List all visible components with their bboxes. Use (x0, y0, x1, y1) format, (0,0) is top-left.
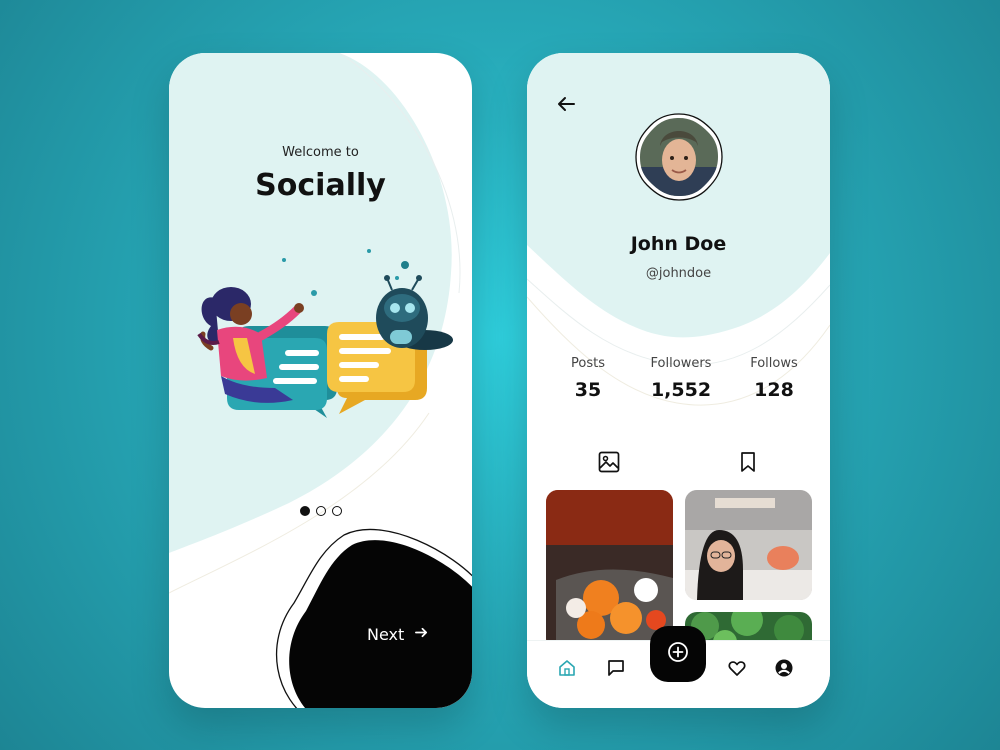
next-button-background (275, 528, 472, 708)
stat-value: 128 (754, 379, 794, 401)
profile-stats: Posts 35 Followers 1,552 Follows 128 (542, 356, 820, 401)
post-thumbnail[interactable] (546, 490, 673, 650)
pagination-dot-active[interactable] (299, 506, 310, 516)
profile-screen: John Doe @johndoe Posts 35 Followers 1,5… (527, 53, 830, 708)
pagination-dot[interactable] (315, 506, 326, 516)
stat-followers[interactable]: Followers 1,552 (635, 356, 727, 401)
avatar[interactable] (634, 112, 724, 202)
stat-posts[interactable]: Posts 35 (542, 356, 634, 401)
next-button[interactable]: Next (367, 625, 429, 644)
arrow-right-icon (414, 625, 429, 644)
create-post-button[interactable] (650, 626, 706, 682)
profile-handle: @johndoe (645, 266, 712, 281)
profile-name: John Doe (630, 233, 727, 255)
bookmark-icon[interactable] (736, 450, 760, 474)
user-icon[interactable] (774, 658, 794, 678)
pagination-dots (169, 506, 472, 516)
onboarding-screen: Welcome to Socially Next (169, 53, 472, 708)
pagination-dot[interactable] (331, 506, 342, 516)
home-icon[interactable] (557, 658, 577, 678)
arrow-left-icon[interactable] (555, 93, 577, 115)
heart-icon[interactable] (727, 658, 747, 678)
stat-follows[interactable]: Follows 128 (728, 356, 820, 401)
image-icon[interactable] (597, 450, 621, 474)
post-thumbnail[interactable] (685, 490, 812, 600)
stat-label: Posts (571, 356, 605, 371)
stat-label: Followers (650, 356, 712, 371)
next-button-label: Next (367, 625, 405, 644)
chat-icon[interactable] (606, 658, 626, 678)
stat-value: 1,552 (650, 379, 712, 401)
plus-circle-icon (667, 641, 689, 667)
stat-value: 35 (574, 379, 602, 401)
app-title: Socially (255, 168, 386, 203)
chat-illustration (197, 249, 453, 418)
welcome-subtitle: Welcome to (282, 145, 359, 160)
stat-label: Follows (750, 356, 798, 371)
